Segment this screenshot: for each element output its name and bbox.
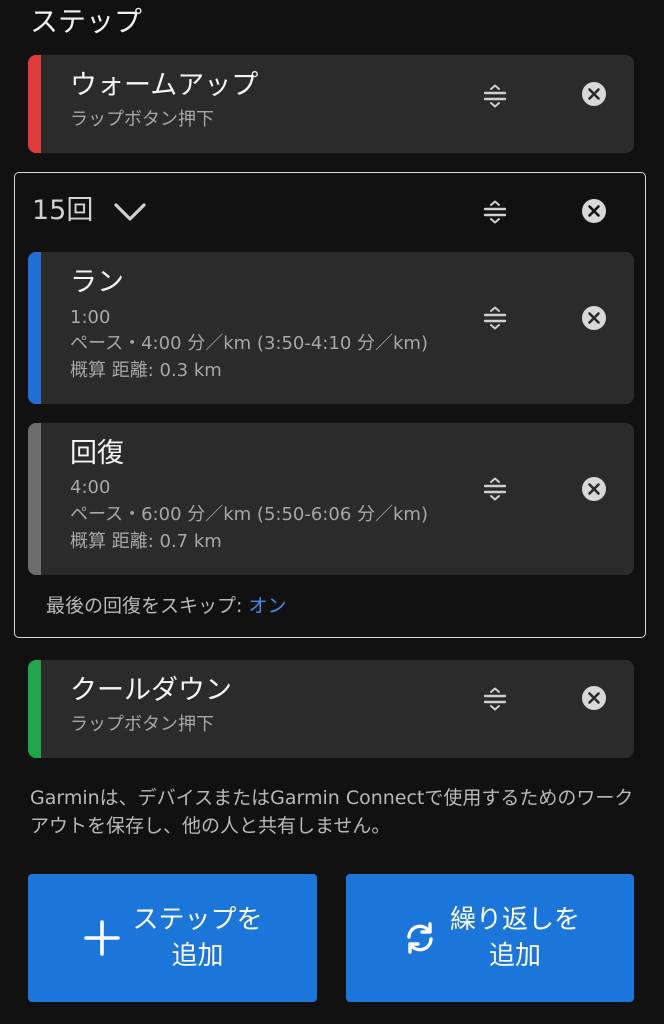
skip-last-recovery-toggle[interactable]: オン bbox=[248, 595, 286, 617]
step-title: 回復 bbox=[70, 438, 124, 469]
add-step-button[interactable]: ステップを 追加 bbox=[28, 874, 317, 1002]
step-subtitle: ラップボタン押下 bbox=[70, 109, 214, 130]
step-pace: ペース・6:00 分／km (5:50-6:06 分／km) bbox=[70, 504, 428, 525]
plus-icon bbox=[84, 920, 121, 956]
add-step-label: ステップを 追加 bbox=[132, 905, 263, 971]
step-duration: 1:00 bbox=[70, 307, 111, 328]
add-repeat-button[interactable]: 繰り返しを 追加 bbox=[346, 874, 634, 1002]
step-color-stripe bbox=[28, 660, 41, 758]
reorder-icon[interactable] bbox=[482, 686, 508, 712]
step-title: ウォームアップ bbox=[70, 70, 259, 101]
step-color-stripe bbox=[28, 55, 41, 153]
refresh-icon bbox=[407, 922, 433, 954]
step-distance: 概算 距離: 0.3 km bbox=[70, 360, 222, 381]
step-color-stripe bbox=[28, 252, 41, 404]
step-subtitle: ラップボタン押下 bbox=[70, 714, 214, 735]
step-pace: ペース・4:00 分／km (3:50-4:10 分／km) bbox=[70, 333, 428, 354]
privacy-notice: Garminは、デバイスまたはGarmin Connectで使用するためのワーク… bbox=[30, 787, 634, 837]
step-distance: 概算 距離: 0.7 km bbox=[70, 531, 222, 552]
add-repeat-label: 繰り返しを 追加 bbox=[449, 905, 580, 971]
step-color-stripe bbox=[28, 423, 41, 575]
step-card-warmup[interactable]: ウォームアップ ラップボタン押下 bbox=[28, 55, 634, 153]
step-card-cooldown[interactable]: クールダウン ラップボタン押下 bbox=[28, 660, 634, 758]
close-circle-icon[interactable] bbox=[581, 305, 607, 331]
chevron-down-icon[interactable] bbox=[113, 199, 147, 225]
skip-last-recovery-label: 最後の回復をスキップ: bbox=[46, 595, 249, 617]
reorder-icon[interactable] bbox=[482, 83, 508, 109]
repeat-count[interactable]: 15回 bbox=[32, 193, 93, 229]
close-circle-icon[interactable] bbox=[581, 81, 607, 107]
close-circle-icon[interactable] bbox=[581, 685, 607, 711]
step-title: ラン bbox=[70, 267, 124, 298]
repeat-reorder-icon[interactable] bbox=[482, 199, 508, 225]
section-title: ステップ bbox=[30, 5, 143, 38]
skip-last-recovery-row: 最後の回復をスキップ: オン bbox=[46, 593, 286, 619]
close-circle-icon[interactable] bbox=[581, 476, 607, 502]
step-title: クールダウン bbox=[70, 675, 232, 706]
step-card-recovery[interactable]: 回復 4:00 ペース・6:00 分／km (5:50-6:06 分／km) 概… bbox=[28, 423, 634, 575]
reorder-icon[interactable] bbox=[482, 305, 508, 331]
step-card-run[interactable]: ラン 1:00 ペース・4:00 分／km (3:50-4:10 分／km) 概… bbox=[28, 252, 634, 404]
reorder-icon[interactable] bbox=[482, 476, 508, 502]
repeat-close-circle-icon[interactable] bbox=[581, 198, 607, 224]
step-duration: 4:00 bbox=[70, 477, 111, 498]
